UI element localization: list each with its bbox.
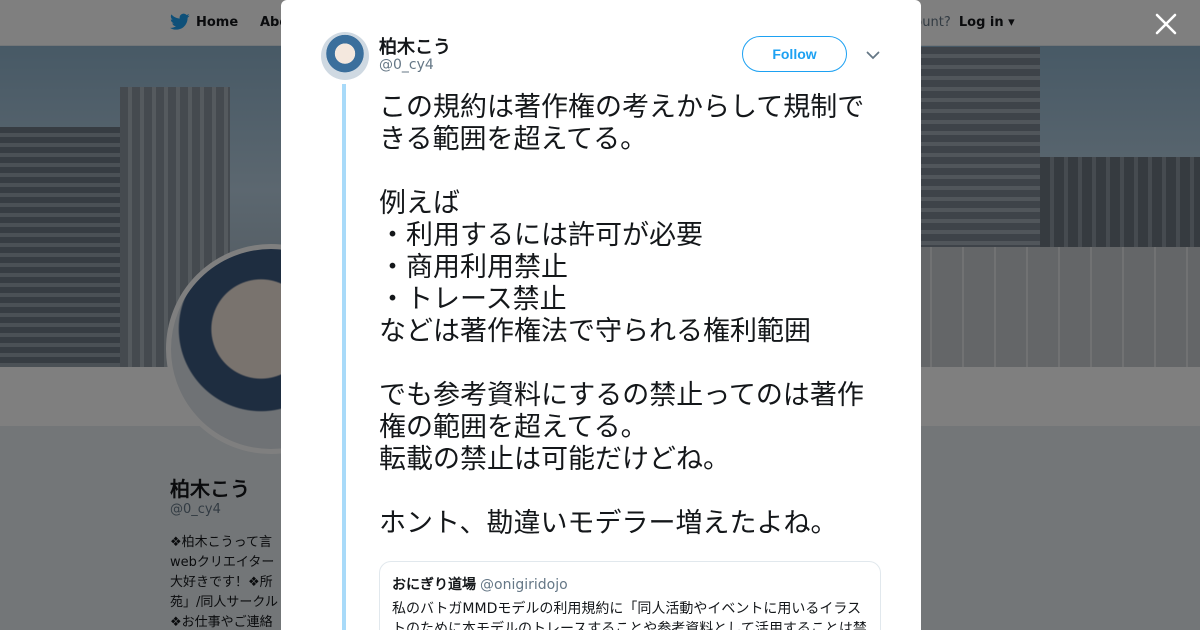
chevron-down-icon[interactable] bbox=[865, 47, 881, 63]
tweet-author-avatar[interactable] bbox=[321, 32, 369, 80]
tweet-author-name[interactable]: 柏木こう bbox=[379, 33, 451, 59]
quoted-author-handle: @onigiridojo bbox=[480, 577, 568, 593]
tweet-paragraph: 例えば ・利用するには許可が必要 ・商用利用禁止 ・トレース禁止 などは著作権法… bbox=[379, 188, 811, 347]
tweet-modal: 柏木こう @0_cy4 Follow この規約は著作権の考えからして規制できる範… bbox=[281, 0, 921, 630]
quoted-tweet[interactable]: おにぎり道場 @onigiridojo 私のバトガMMDモデルの利用規約に「同人活… bbox=[379, 561, 881, 630]
tweet-text: この規約は著作権の考えからして規制できる範囲を超えてる。 例えば ・利用するには… bbox=[379, 92, 889, 572]
quoted-author-name: おにぎり道場 bbox=[392, 577, 476, 593]
tweet-paragraph: ホント、勘違いモデラー増えたよね。 bbox=[379, 508, 838, 539]
close-icon[interactable] bbox=[1152, 10, 1180, 38]
quoted-tweet-text: 私のバトガMMDモデルの利用規約に「同人活動やイベントに用いるイラストのために本… bbox=[392, 601, 867, 630]
thread-line bbox=[342, 84, 346, 630]
quoted-tweet-header: おにぎり道場 @onigiridojo bbox=[392, 574, 868, 594]
tweet-author-handle[interactable]: @0_cy4 bbox=[379, 57, 434, 73]
tweet-paragraph: でも参考資料にするの禁止ってのは著作権の範囲を超えてる。 転載の禁止は可能だけど… bbox=[379, 380, 864, 475]
follow-button[interactable]: Follow bbox=[742, 36, 847, 72]
tweet-paragraph: この規約は著作権の考えからして規制できる範囲を超えてる。 bbox=[379, 92, 865, 155]
